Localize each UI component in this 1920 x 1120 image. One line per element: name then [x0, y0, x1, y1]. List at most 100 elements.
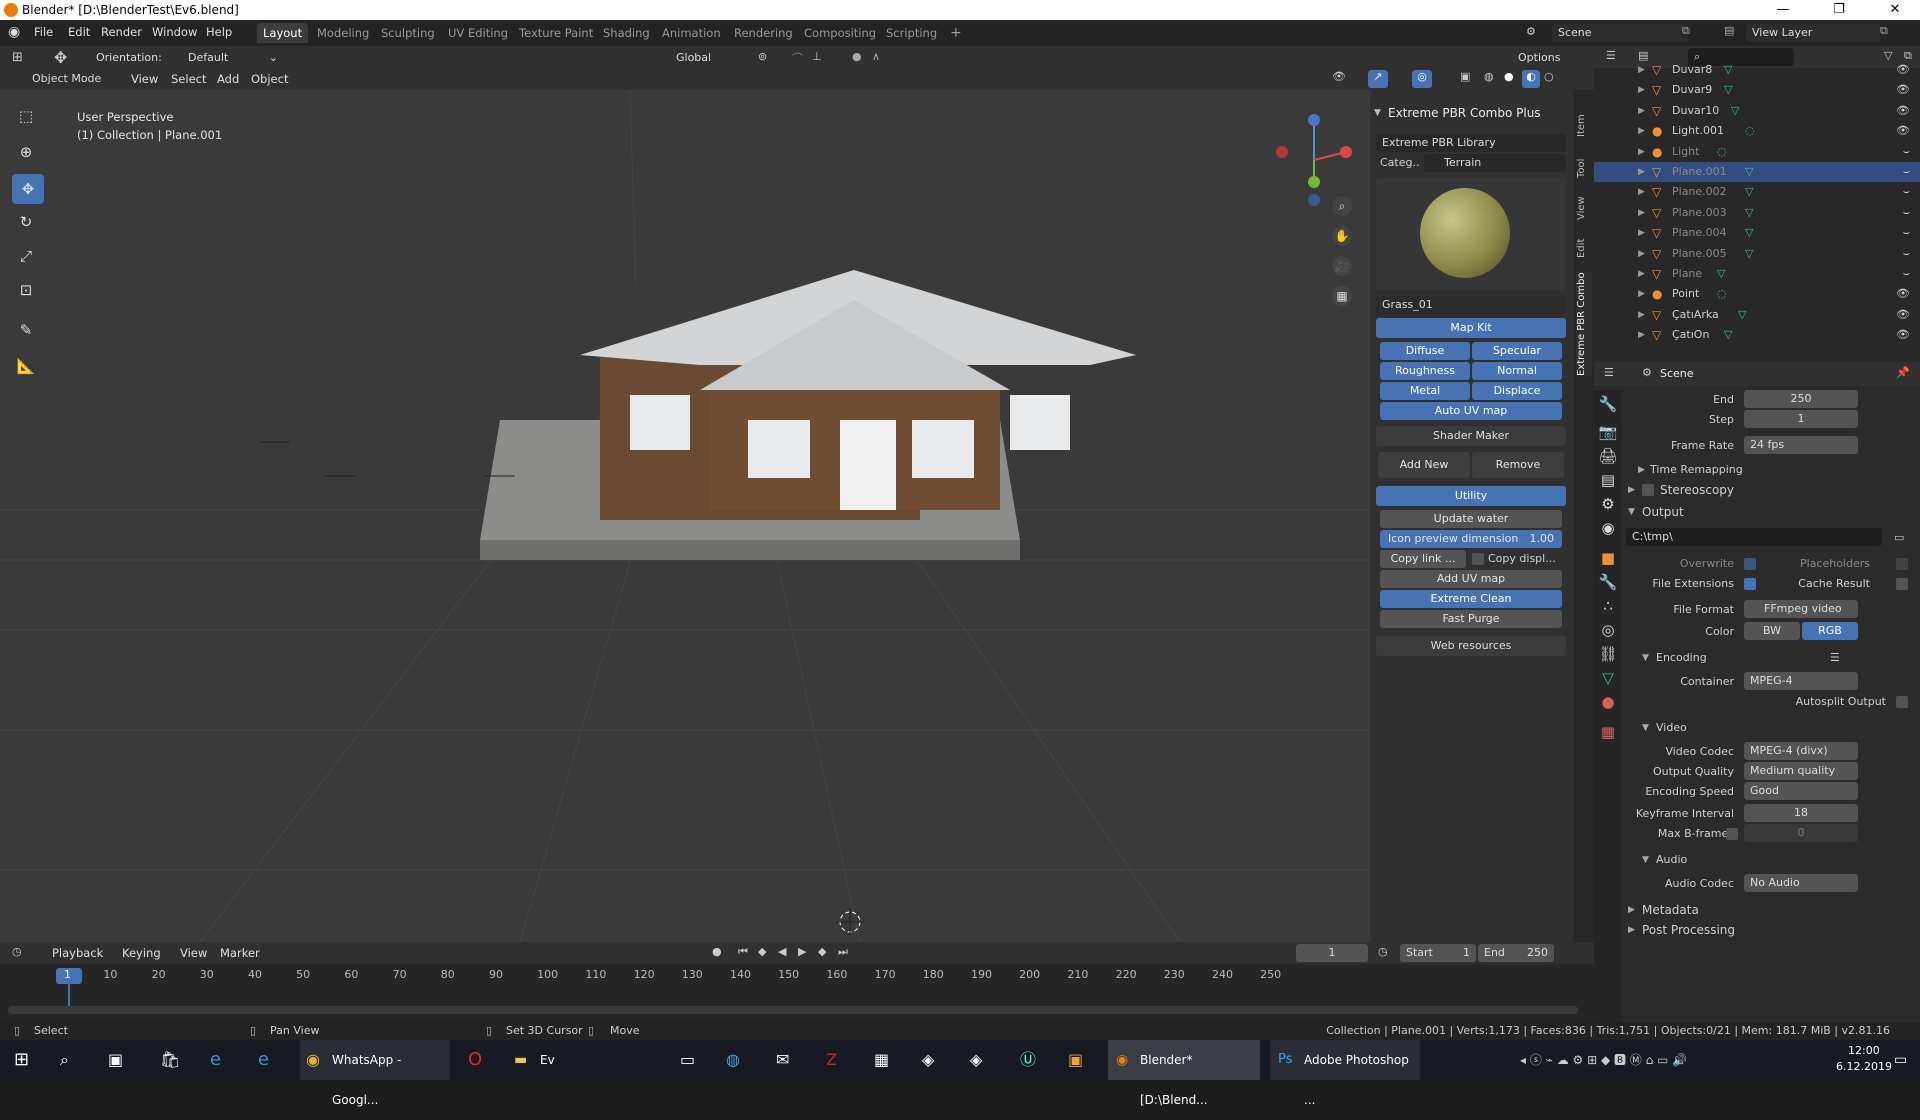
object-props-icon[interactable]: ■ — [1596, 546, 1620, 570]
outliner-item-name[interactable]: Duvar9 — [1672, 80, 1712, 100]
expand-icon[interactable]: ▶ — [1638, 223, 1645, 243]
new-view-layer-icon[interactable]: ⧉ — [1880, 24, 1888, 38]
particles-props-icon[interactable]: ∴ — [1596, 594, 1620, 618]
jump-start-icon[interactable]: ⏮ — [738, 945, 748, 959]
expand-icon[interactable]: ▶ — [1638, 325, 1645, 345]
house-model[interactable] — [480, 270, 1136, 560]
app-icon-1[interactable]: ◈ — [922, 1040, 934, 1080]
orientation-dropdown[interactable]: Default ⌄ — [182, 49, 282, 67]
menu-edit[interactable]: Edit — [68, 25, 90, 39]
expand-icon[interactable]: ▶ — [1638, 162, 1645, 182]
stereoscopy-checkbox[interactable] — [1642, 484, 1654, 496]
mapkit-section[interactable]: Map Kit — [1376, 318, 1566, 338]
mesh-data-icon[interactable]: ▽ — [1717, 264, 1725, 284]
jump-end-icon[interactable]: ⏭ — [838, 945, 848, 959]
scene-props-icon[interactable]: ⚙ — [1596, 492, 1620, 516]
end-field[interactable]: 250 — [1744, 390, 1858, 408]
timeline-view-menu[interactable]: View — [180, 946, 207, 960]
filezilla-icon[interactable]: Z — [826, 1040, 837, 1080]
shader-maker-section[interactable]: Shader Maker — [1376, 426, 1566, 446]
tab-animation[interactable]: Animation — [656, 23, 727, 43]
store-icon[interactable]: 🛍 — [160, 1040, 180, 1080]
app-mail-icon[interactable]: ✉ — [776, 1040, 789, 1080]
mesh-data-icon[interactable]: ▽ — [1745, 244, 1753, 264]
tab-modeling[interactable]: Modeling — [311, 23, 375, 43]
overlay-toggle-icon[interactable]: ◎ — [1412, 70, 1432, 88]
mesh-data-icon[interactable]: ▽ — [1745, 223, 1753, 243]
utility-section[interactable]: Utility — [1376, 486, 1566, 506]
minimize-button[interactable]: — — [1760, 0, 1806, 20]
outliner-item-name[interactable]: Plane.001 — [1672, 162, 1727, 182]
output-panel[interactable]: Output — [1642, 502, 1684, 522]
visibility-eye-icon[interactable]: ⌣ — [1903, 223, 1910, 243]
tab-sculpting[interactable]: Sculpting — [375, 23, 441, 43]
taskbar-explorer[interactable]: ▬ Ev — [508, 1040, 658, 1080]
outliner-item-name[interactable]: Plane.005 — [1672, 244, 1727, 264]
web-resources-section[interactable]: Web resources — [1376, 636, 1566, 656]
play-icon[interactable]: ▶ — [798, 945, 806, 958]
close-window-button[interactable]: ✕ — [1872, 0, 1918, 20]
light-data-icon[interactable]: ◌ — [1717, 284, 1727, 304]
measure-tool-icon[interactable]: 📐 — [14, 354, 38, 378]
timeline-scrollbar[interactable] — [8, 1006, 1578, 1014]
outliner-row[interactable]: ▶ ▽ ÇatıOn ▽ 👁 — [1594, 325, 1920, 345]
material-props-icon[interactable]: ● — [1596, 690, 1620, 714]
output-quality-dropdown[interactable]: Medium quality — [1744, 762, 1858, 780]
post-processing-panel[interactable]: Post Processing — [1642, 920, 1735, 940]
fast-purge-button[interactable]: Fast Purge — [1380, 610, 1562, 628]
video-panel[interactable]: Video — [1656, 718, 1687, 738]
outliner-item-name[interactable]: Duvar8 — [1672, 60, 1712, 80]
timeline-editor-icon[interactable]: ◷ — [12, 945, 22, 958]
frame-ruler[interactable]: 1 10 20 30 40 50 60 70 80 90 100 110 120 130 140 150 160… — [0, 968, 1594, 984]
app-icon-3[interactable]: Ⓤ — [1020, 1040, 1036, 1080]
clock-date[interactable]: 6.12.2019 — [1836, 1060, 1892, 1073]
tab-shading[interactable]: Shading — [597, 23, 656, 43]
pan-hand-icon[interactable]: ✋ — [1332, 226, 1352, 246]
snap-icon[interactable]: ⌒ — [792, 50, 803, 66]
audio-codec-dropdown[interactable]: No Audio — [1744, 874, 1858, 892]
rendered-shading-icon[interactable]: ○ — [1544, 70, 1554, 83]
outliner-item-name[interactable]: Plane.003 — [1672, 203, 1727, 223]
presets-list-icon[interactable]: ☰ — [1830, 648, 1840, 668]
tab-texture-paint[interactable]: Texture Paint — [513, 23, 599, 43]
visibility-eye-icon[interactable]: ⌣ — [1903, 244, 1910, 264]
wireframe-shading-icon[interactable]: ◍ — [1484, 70, 1494, 83]
xray-icon[interactable]: ▣ — [1460, 70, 1470, 83]
normal-button[interactable]: Normal — [1472, 362, 1562, 380]
falloff-icon[interactable]: ∧ — [872, 50, 880, 63]
time-remapping-panel[interactable]: Time Remapping — [1650, 460, 1743, 480]
container-dropdown[interactable]: MPEG-4 — [1744, 672, 1858, 690]
solid-shading-icon[interactable]: ● — [1504, 70, 1514, 83]
file-extensions-checkbox[interactable] — [1744, 578, 1756, 590]
ortho-grid-icon[interactable]: ▦ — [1332, 286, 1352, 306]
encoding-speed-dropdown[interactable]: Good — [1744, 782, 1858, 800]
tab-compositing[interactable]: Compositing — [798, 23, 882, 43]
transform-tool-icon[interactable]: ⊡ — [14, 278, 38, 302]
light-data-icon[interactable]: ◌ — [1717, 142, 1727, 162]
visibility-eye-icon[interactable]: 👁 — [1896, 305, 1910, 325]
next-keyframe-icon[interactable]: ◆ — [818, 945, 826, 958]
expand-icon[interactable]: ▶ — [1638, 142, 1645, 162]
visibility-eye-icon[interactable]: 👁 — [1896, 80, 1910, 100]
app-skype-icon[interactable]: ◍ — [726, 1040, 740, 1080]
specular-button[interactable]: Specular — [1472, 342, 1562, 360]
view-layer-props-icon[interactable]: ▤ — [1596, 468, 1620, 492]
folder-icon[interactable]: ▭ — [1894, 528, 1904, 548]
placeholders-checkbox[interactable] — [1896, 558, 1908, 570]
prev-keyframe-icon[interactable]: ◆ — [758, 945, 766, 958]
tool-settings-icon[interactable]: 🔧 — [1596, 392, 1620, 416]
snap-target-icon[interactable]: ⊥ — [812, 50, 822, 63]
camera-view-icon[interactable]: 🎥 — [1332, 256, 1352, 276]
outliner-item-name[interactable]: Plane — [1672, 264, 1702, 284]
ie-icon[interactable]: e — [258, 1040, 269, 1080]
category-dropdown[interactable]: Terrain — [1424, 154, 1566, 172]
displace-button[interactable]: Displace — [1472, 382, 1562, 400]
opera-icon[interactable]: O — [468, 1040, 482, 1080]
edge-icon[interactable]: e — [210, 1040, 221, 1080]
outliner-item-name[interactable]: Point — [1672, 284, 1699, 304]
stereoscopy-panel[interactable]: Stereoscopy — [1660, 480, 1734, 500]
record-icon[interactable]: ● — [712, 945, 722, 958]
mesh-data-icon[interactable]: ▽ — [1745, 203, 1753, 223]
menu-window[interactable]: Window — [152, 25, 197, 39]
outliner-item-name[interactable]: ÇatıArka — [1672, 305, 1719, 325]
